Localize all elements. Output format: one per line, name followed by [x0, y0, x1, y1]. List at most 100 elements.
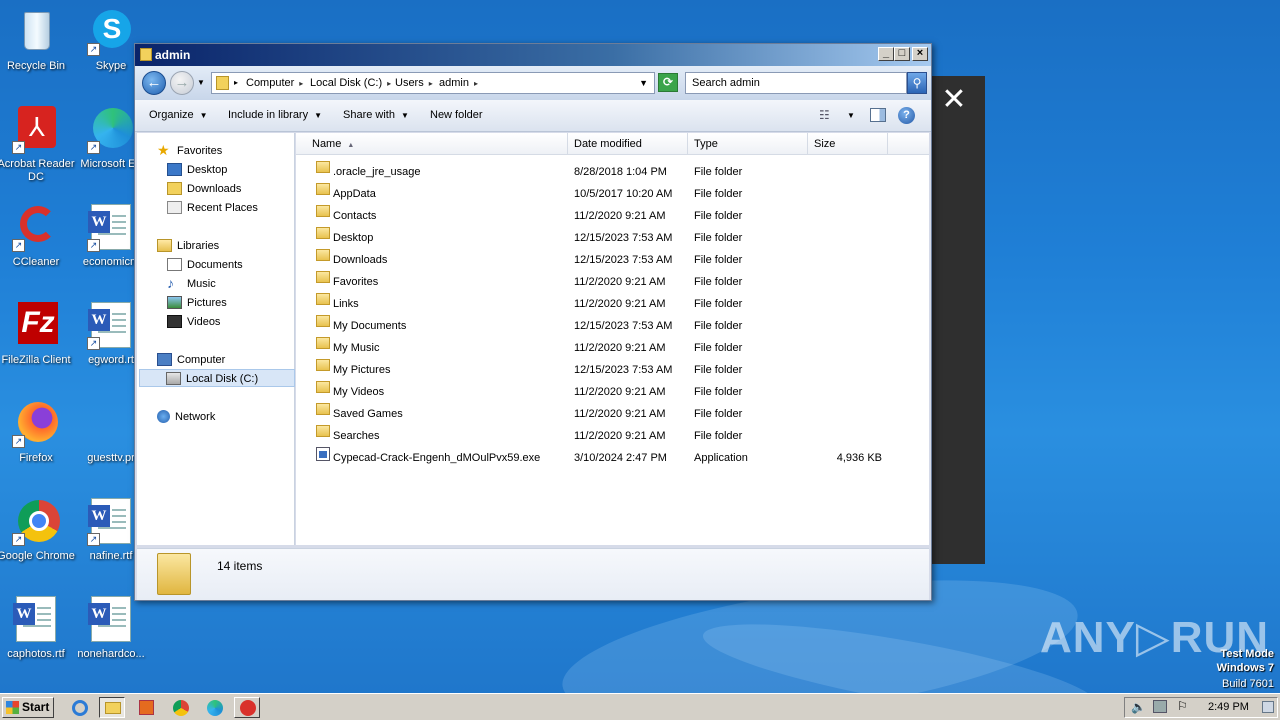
file-date: 3/10/2024 2:47 PM	[574, 452, 667, 464]
file-row[interactable]: Cypecad-Crack-Engenh_dMOulPvx59.exe 3/10/…	[296, 447, 929, 469]
folder-icon	[316, 315, 330, 327]
acrobat-icon: ⅄ ↗	[12, 106, 60, 154]
nav-recent-places[interactable]: Recent Places	[167, 199, 258, 217]
nav-network[interactable]: Network	[157, 408, 215, 426]
close-button[interactable]: ×	[912, 47, 928, 61]
nav-libraries[interactable]: Libraries	[157, 237, 219, 255]
ie-taskbar-icon[interactable]	[67, 697, 93, 718]
chrome-taskbar-icon[interactable]	[168, 697, 194, 718]
recent-places-icon	[167, 200, 182, 214]
file-name: Links	[333, 298, 359, 310]
show-desktop-icon[interactable]	[1262, 701, 1274, 713]
view-dropdown-icon[interactable]: ▼	[847, 111, 855, 120]
file-name: Desktop	[333, 232, 374, 244]
nav-music[interactable]: ♪ Music	[167, 275, 216, 293]
breadcrumb-admin[interactable]: admin ▸	[439, 73, 478, 94]
folder-icon	[157, 553, 191, 595]
forward-button[interactable]: →	[170, 71, 194, 95]
share-with-button[interactable]: Share with ▼	[343, 109, 409, 121]
desktop-icon-recycle-bin[interactable]: Recycle Bin	[0, 8, 75, 73]
clock[interactable]: 2:49 PM	[1208, 698, 1249, 717]
file-row[interactable]: My Pictures 12/15/2023 7:53 AM File folder	[296, 359, 929, 381]
column-date-modified[interactable]: Date modified	[568, 133, 688, 155]
search-input[interactable]: Search admin	[685, 72, 907, 94]
desktop-icon-firefox[interactable]: ↗ Firefox	[0, 400, 75, 465]
history-dropdown-icon[interactable]: ▼	[197, 78, 205, 87]
view-options-icon[interactable]: ☷	[819, 108, 835, 122]
file-type: File folder	[694, 364, 743, 376]
maximize-button[interactable]: □	[894, 47, 910, 61]
window-titlebar[interactable]: admin _ □ ×	[135, 44, 931, 66]
refresh-button[interactable]: ⟳	[658, 73, 678, 92]
nav-pictures[interactable]: Pictures	[167, 294, 227, 312]
folder-icon	[316, 293, 330, 305]
folder-icon	[216, 76, 229, 90]
address-dropdown-icon[interactable]: ▼	[639, 73, 648, 93]
desktop-icon-acrobat[interactable]: ⅄ ↗ Acrobat Reader DC	[0, 106, 75, 184]
file-date: 8/28/2018 1:04 PM	[574, 166, 667, 178]
ccleaner-taskbar-icon[interactable]	[234, 697, 260, 718]
file-row[interactable]: Links 11/2/2020 9:21 AM File folder	[296, 293, 929, 315]
nav-computer[interactable]: Computer	[157, 351, 225, 369]
file-type: File folder	[694, 210, 743, 222]
file-row[interactable]: Downloads 12/15/2023 7:53 AM File folder	[296, 249, 929, 271]
file-row[interactable]: My Videos 11/2/2020 9:21 AM File folder	[296, 381, 929, 403]
include-in-library-button[interactable]: Include in library ▼	[228, 109, 322, 121]
file-row[interactable]: My Documents 12/15/2023 7:53 AM File folde…	[296, 315, 929, 337]
file-row[interactable]: Desktop 12/15/2023 7:53 AM File folder	[296, 227, 929, 249]
details-pane: 14 items	[137, 548, 929, 600]
breadcrumb-users[interactable]: Users ▸	[395, 73, 433, 94]
file-row[interactable]: Searches 11/2/2020 9:21 AM File folder	[296, 425, 929, 447]
media-player-taskbar-icon[interactable]	[134, 697, 160, 718]
desktop-icon-nonehardco[interactable]: W nonehardco...	[72, 596, 150, 661]
column-type[interactable]: Type	[688, 133, 808, 155]
file-row[interactable]: AppData 10/5/2017 10:20 AM File folder	[296, 183, 929, 205]
help-icon[interactable]: ?	[898, 107, 915, 124]
file-row[interactable]: Contacts 11/2/2020 9:21 AM File folder	[296, 205, 929, 227]
folder-icon	[316, 271, 330, 283]
column-name[interactable]: Name ▲	[296, 133, 568, 155]
network-tray-icon[interactable]	[1153, 700, 1167, 713]
nav-documents[interactable]: Documents	[167, 256, 243, 274]
start-button[interactable]: Start	[2, 697, 54, 718]
breadcrumb-local-disk[interactable]: Local Disk (C:) ▸	[310, 73, 391, 94]
nav-videos[interactable]: Videos	[167, 313, 220, 331]
explorer-taskbar-icon[interactable]	[99, 697, 125, 718]
desktop-icon-chrome[interactable]: ↗ Google Chrome	[0, 498, 75, 563]
breadcrumb-computer[interactable]: Computer ▸	[246, 73, 303, 94]
preview-pane-icon[interactable]	[870, 108, 886, 122]
new-folder-button[interactable]: New folder	[430, 109, 483, 121]
firefox-icon: ↗	[12, 400, 60, 448]
breadcrumb-arrow-icon[interactable]: ▸	[234, 73, 238, 93]
documents-icon	[167, 257, 182, 271]
filezilla-icon: Fz	[12, 302, 60, 350]
desktop-icon-ccleaner[interactable]: ↗ CCleaner	[0, 204, 75, 269]
file-row[interactable]: My Music 11/2/2020 9:21 AM File folder	[296, 337, 929, 359]
address-field[interactable]: ▸ Computer ▸ Local Disk (C:) ▸ Users ▸ admi…	[211, 72, 655, 94]
file-name: Saved Games	[333, 408, 403, 420]
desktop-icon-filezilla[interactable]: Fz FileZilla Client	[0, 302, 75, 367]
minimize-button[interactable]: _	[878, 47, 894, 61]
desktop-icon-caphotos[interactable]: W caphotos.rtf	[0, 596, 75, 661]
search-icon[interactable]: ⚲	[907, 72, 927, 94]
back-button[interactable]: ←	[142, 71, 166, 95]
file-row[interactable]: .oracle_jre_usage 8/28/2018 1:04 PM File f…	[296, 161, 929, 183]
organize-button[interactable]: Organize ▼	[149, 109, 208, 121]
nav-favorites[interactable]: ★ Favorites	[157, 142, 222, 160]
action-center-flag-icon[interactable]: ⚐	[1177, 699, 1188, 713]
edge-taskbar-icon[interactable]	[202, 697, 228, 718]
nav-downloads[interactable]: Downloads	[167, 180, 241, 198]
volume-icon[interactable]: 🔈	[1131, 700, 1146, 714]
folder-icon	[316, 425, 330, 437]
folder-icon	[316, 249, 330, 261]
column-size[interactable]: Size	[808, 133, 888, 155]
nav-local-disk[interactable]: Local Disk (C:)	[139, 369, 295, 387]
file-row[interactable]: Saved Games 11/2/2020 9:21 AM File folder	[296, 403, 929, 425]
file-date: 11/2/2020 9:21 AM	[574, 276, 666, 288]
folder-icon	[316, 359, 330, 371]
navigation-pane: ★ Favorites Desktop Downloads Recent Plac…	[137, 133, 295, 545]
overlay-close-button[interactable]: ✕	[940, 85, 968, 115]
file-row[interactable]: Favorites 11/2/2020 9:21 AM File folder	[296, 271, 929, 293]
nav-desktop[interactable]: Desktop	[167, 161, 227, 179]
file-name: Favorites	[333, 276, 379, 288]
